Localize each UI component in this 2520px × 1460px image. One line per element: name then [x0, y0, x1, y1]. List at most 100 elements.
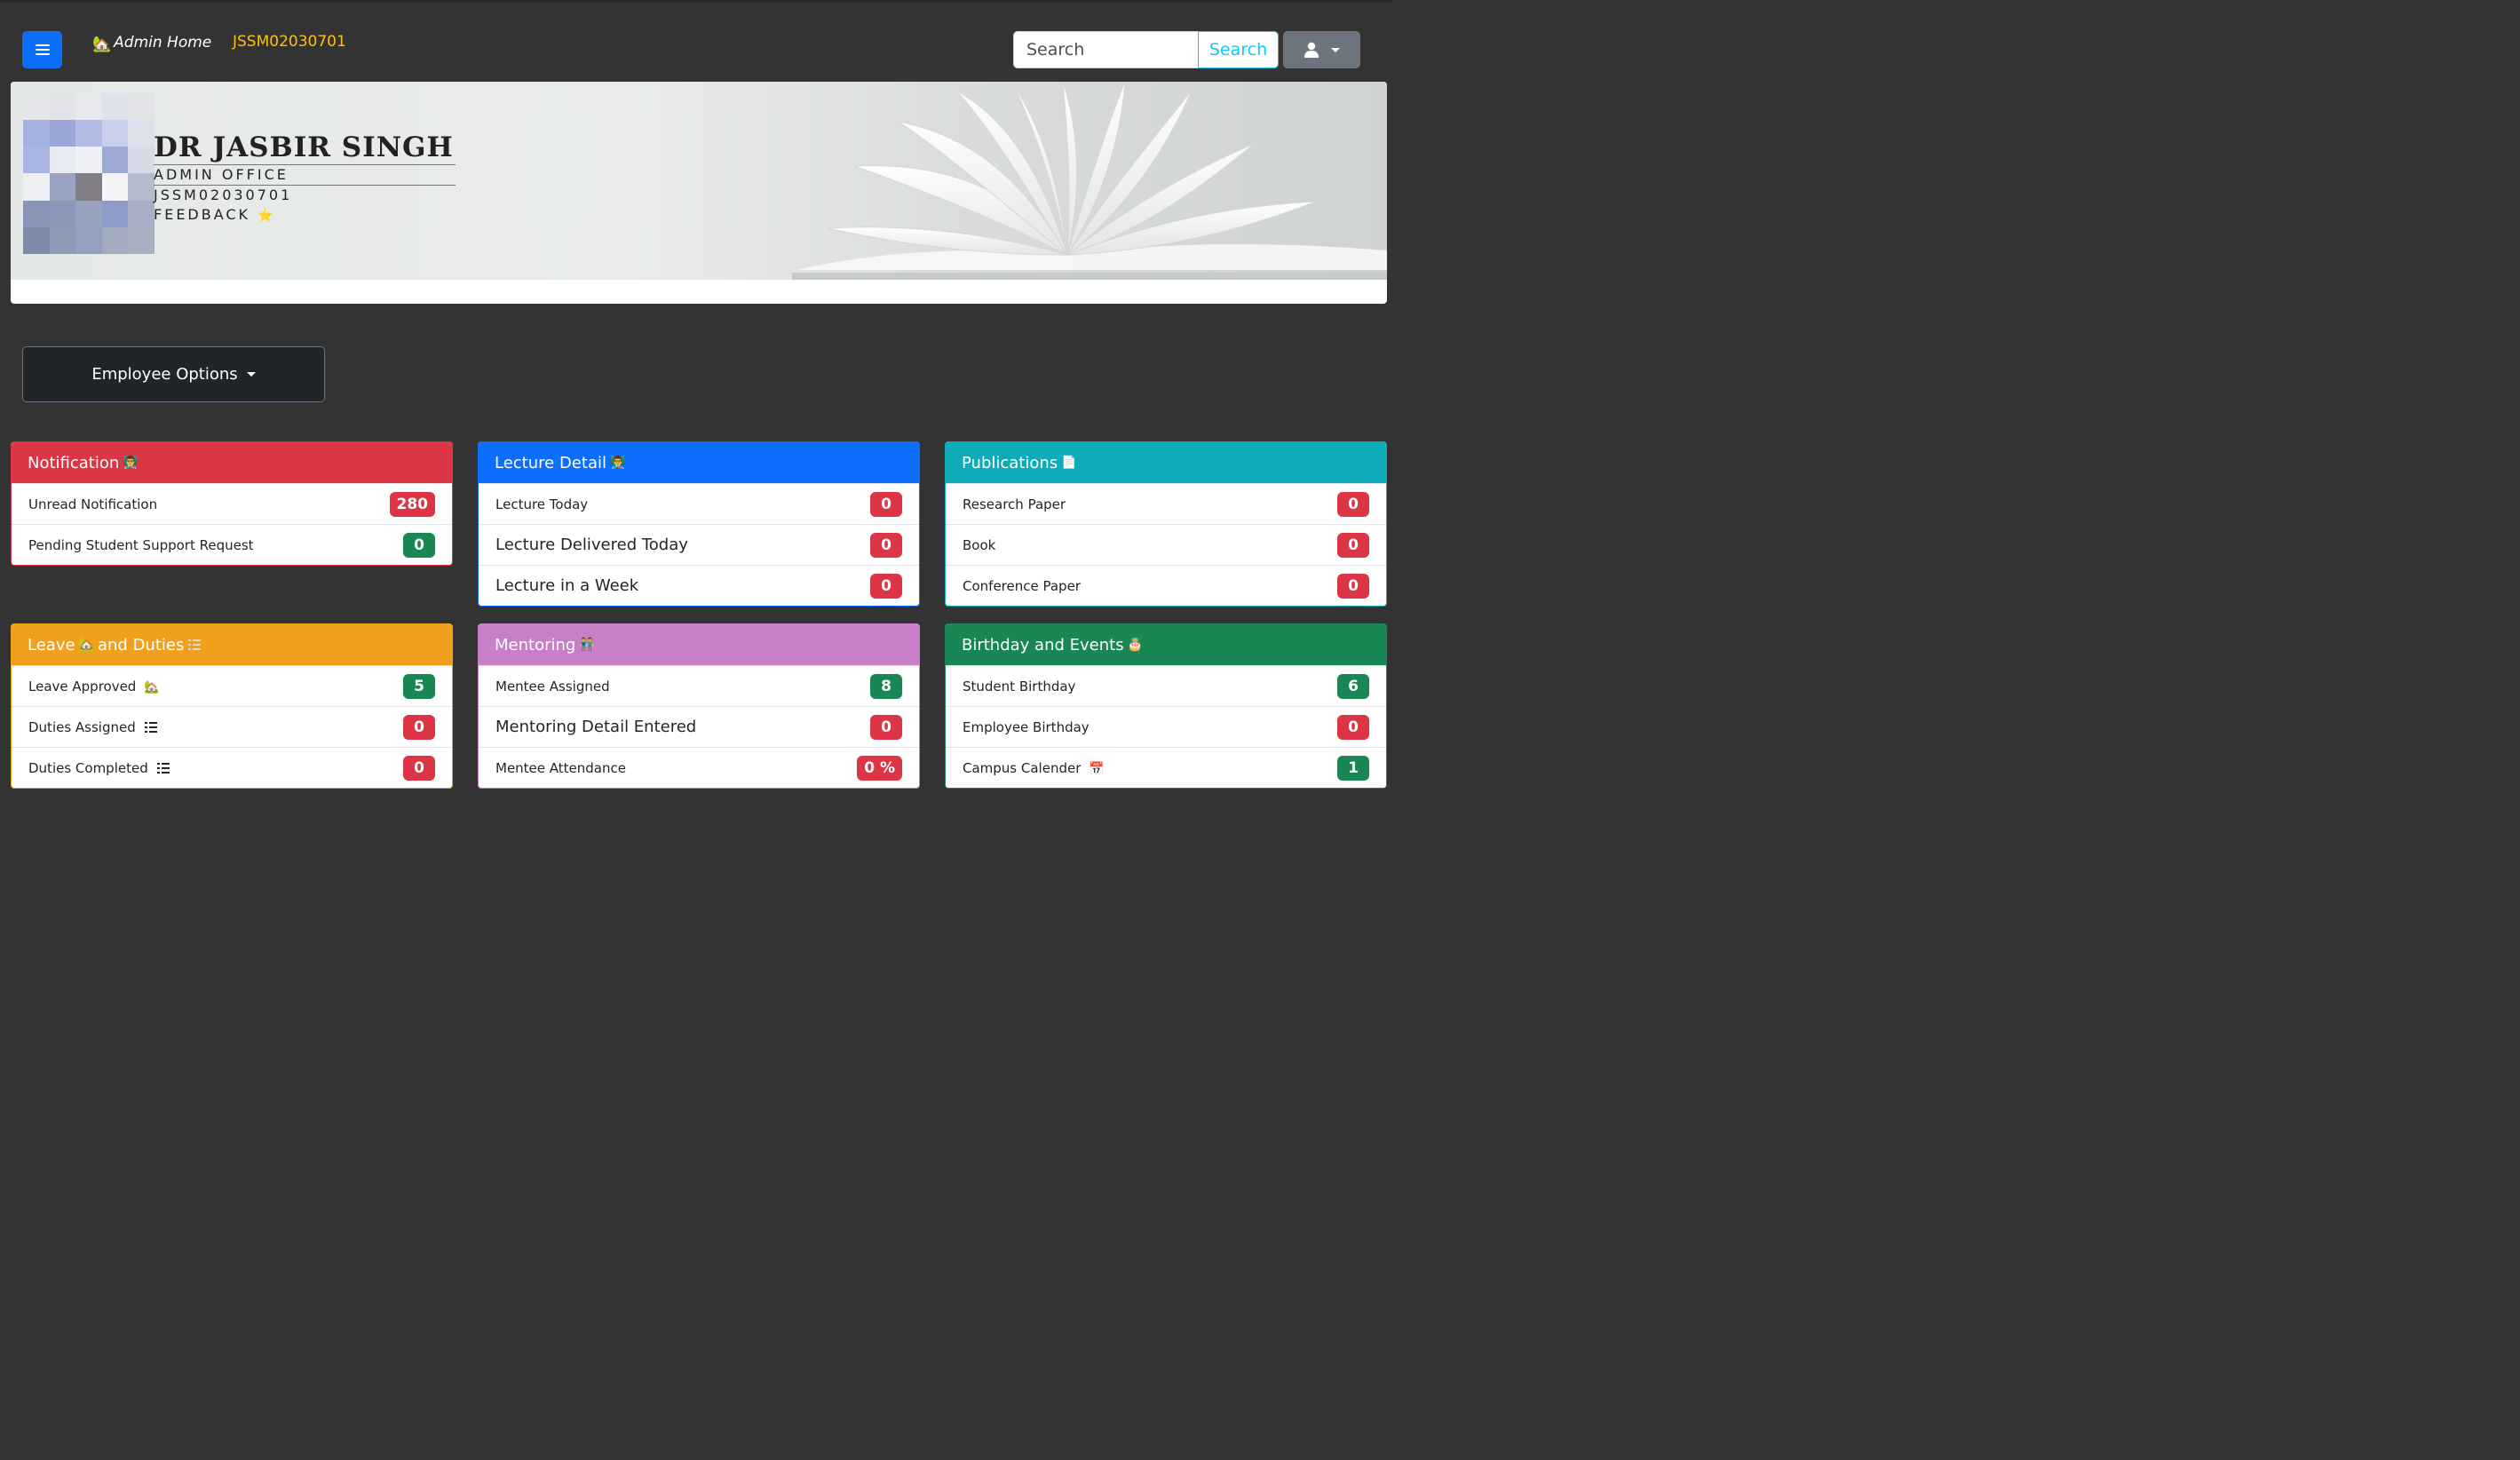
- count-badge: 0: [870, 573, 902, 599]
- calendar-icon: 📅: [1089, 761, 1105, 776]
- employee-options-dropdown[interactable]: Employee Options: [22, 346, 325, 402]
- count-badge: 0: [1337, 491, 1369, 517]
- avatar: [23, 93, 155, 254]
- list-item-label: Duties Assigned: [28, 718, 136, 735]
- admin-home-link[interactable]: 🏡 Admin Home: [92, 32, 211, 52]
- list-item-duties-completed[interactable]: Duties Completed 0: [12, 747, 452, 788]
- list-check-icon: [188, 639, 202, 650]
- card-title: Notification: [28, 453, 120, 472]
- list-item-lecture-delivered[interactable]: Lecture Delivered Today 0: [479, 524, 919, 565]
- count-badge: 1: [1337, 755, 1369, 781]
- document-icon: 📄: [1061, 456, 1077, 470]
- house-icon: 🏡: [144, 679, 160, 694]
- lecture-detail-card: Lecture Detail 👨‍🏫 Lecture Today 0 Lectu…: [478, 441, 920, 607]
- count-badge: 0: [403, 755, 435, 781]
- profile-name: DR JASBIR SINGH: [154, 131, 456, 165]
- list-item-pending-support[interactable]: Pending Student Support Request 0: [12, 524, 452, 565]
- list-item-label: Mentee Attendance: [495, 759, 626, 776]
- user-menu-button[interactable]: [1283, 31, 1360, 68]
- profile-info: DR JASBIR SINGH ADMIN OFFICE JSSM0203070…: [154, 131, 456, 226]
- list-item-book[interactable]: Book 0: [946, 524, 1386, 565]
- list-item-label: Mentee Assigned: [495, 678, 610, 694]
- list-item-label: Pending Student Support Request: [28, 536, 254, 553]
- search-input[interactable]: Search: [1013, 31, 1199, 68]
- teacher-icon: 👨‍🏫: [123, 456, 139, 470]
- list-item-label: Leave Approved: [28, 678, 137, 694]
- list-item-label: Duties Completed: [28, 759, 148, 776]
- teacher-icon: 👨‍🏫: [609, 456, 626, 470]
- card-title: Mentoring: [495, 635, 576, 655]
- count-badge: 280: [389, 491, 435, 517]
- people-icon: 👬: [579, 638, 595, 652]
- profile-banner: DR JASBIR SINGH ADMIN OFFICE JSSM0203070…: [11, 82, 1387, 304]
- card-header: Birthday and Events 🎂: [946, 624, 1386, 665]
- count-badge: 0: [870, 714, 902, 740]
- list-item-label: Research Paper: [963, 496, 1066, 512]
- list-item-student-birthday[interactable]: Student Birthday 6: [946, 665, 1386, 706]
- employee-options-label: Employee Options: [91, 365, 238, 384]
- user-icon: [1304, 42, 1319, 58]
- card-header: Notification 👨‍🏫: [12, 442, 452, 483]
- count-badge: 0 %: [857, 755, 902, 781]
- list-item-lecture-today[interactable]: Lecture Today 0: [479, 483, 919, 524]
- card-title: Leave: [28, 635, 75, 655]
- star-icon: ⭐: [258, 209, 273, 223]
- list-item-label: Student Birthday: [963, 678, 1076, 694]
- list-item-lecture-week[interactable]: Lecture in a Week 0: [479, 565, 919, 606]
- list-item-campus-calender[interactable]: Campus Calender 📅 1: [946, 747, 1386, 788]
- list-item-label: Campus Calender: [963, 759, 1082, 776]
- list-item-label: Lecture Delivered Today: [495, 536, 688, 554]
- profile-feedback[interactable]: FEEDBACK ⭐: [154, 205, 456, 226]
- list-item-leave-approved[interactable]: Leave Approved 🏡 5: [12, 665, 452, 706]
- count-badge: 0: [1337, 573, 1369, 599]
- admin-home-label: Admin Home: [114, 33, 212, 52]
- list-item-mentee-assigned[interactable]: Mentee Assigned 8: [479, 665, 919, 706]
- sidebar-toggle-button[interactable]: [22, 31, 62, 68]
- list-item-label: Book: [963, 536, 996, 553]
- open-book-illustration: [792, 82, 1387, 280]
- list-item-label: Lecture in a Week: [495, 576, 639, 595]
- hamburger-icon: [35, 44, 50, 55]
- list-item-research-paper[interactable]: Research Paper 0: [946, 483, 1386, 524]
- list-item-conference-paper[interactable]: Conference Paper 0: [946, 565, 1386, 606]
- list-item-label: Mentoring Detail Entered: [495, 718, 697, 736]
- chevron-down-icon: [1330, 47, 1340, 52]
- count-badge: 5: [403, 673, 435, 699]
- list-item-mentoring-detail[interactable]: Mentoring Detail Entered 0: [479, 706, 919, 747]
- card-header: Leave 🏡 and Duties: [12, 624, 452, 665]
- leave-duties-card: Leave 🏡 and Duties Leave Approved 🏡 5 Du…: [11, 623, 453, 789]
- search-button[interactable]: Search: [1198, 31, 1279, 68]
- profile-department: ADMIN OFFICE: [154, 165, 456, 186]
- feedback-label: FEEDBACK: [154, 206, 251, 223]
- list-item-mentee-attendance[interactable]: Mentee Attendance 0 %: [479, 747, 919, 788]
- count-badge: 0: [870, 532, 902, 558]
- count-badge: 0: [403, 532, 435, 558]
- count-badge: 0: [870, 491, 902, 517]
- count-badge: 0: [1337, 532, 1369, 558]
- cake-icon: 🎂: [1127, 638, 1144, 652]
- list-item-employee-birthday[interactable]: Employee Birthday 0: [946, 706, 1386, 747]
- card-header: Lecture Detail 👨‍🏫: [479, 442, 919, 483]
- card-header: Mentoring 👬: [479, 624, 919, 665]
- count-badge: 8: [870, 673, 902, 699]
- list-item-unread-notification[interactable]: Unread Notification 280: [12, 483, 452, 524]
- count-badge: 0: [403, 714, 435, 740]
- list-item-label: Conference Paper: [963, 577, 1081, 594]
- top-border: [0, 0, 1392, 3]
- card-title: Birthday and Events: [962, 635, 1124, 655]
- card-title: Lecture Detail: [495, 453, 606, 472]
- card-title-suffix: and Duties: [97, 635, 185, 655]
- count-badge: 6: [1337, 673, 1369, 699]
- chevron-down-icon: [246, 372, 256, 377]
- list-item-duties-assigned[interactable]: Duties Assigned 0: [12, 706, 452, 747]
- list-item-label: Lecture Today: [495, 496, 589, 512]
- profile-id: JSSM02030701: [154, 186, 293, 203]
- card-title: Publications: [962, 453, 1058, 472]
- notification-card: Notification 👨‍🏫 Unread Notification 280…: [11, 441, 453, 566]
- card-header: Publications 📄: [946, 442, 1386, 483]
- house-icon: 🏡: [78, 638, 94, 652]
- list-check-icon: [156, 763, 170, 774]
- birthday-events-card: Birthday and Events 🎂 Student Birthday 6…: [945, 623, 1387, 789]
- list-check-icon: [144, 722, 157, 733]
- count-badge: 0: [1337, 714, 1369, 740]
